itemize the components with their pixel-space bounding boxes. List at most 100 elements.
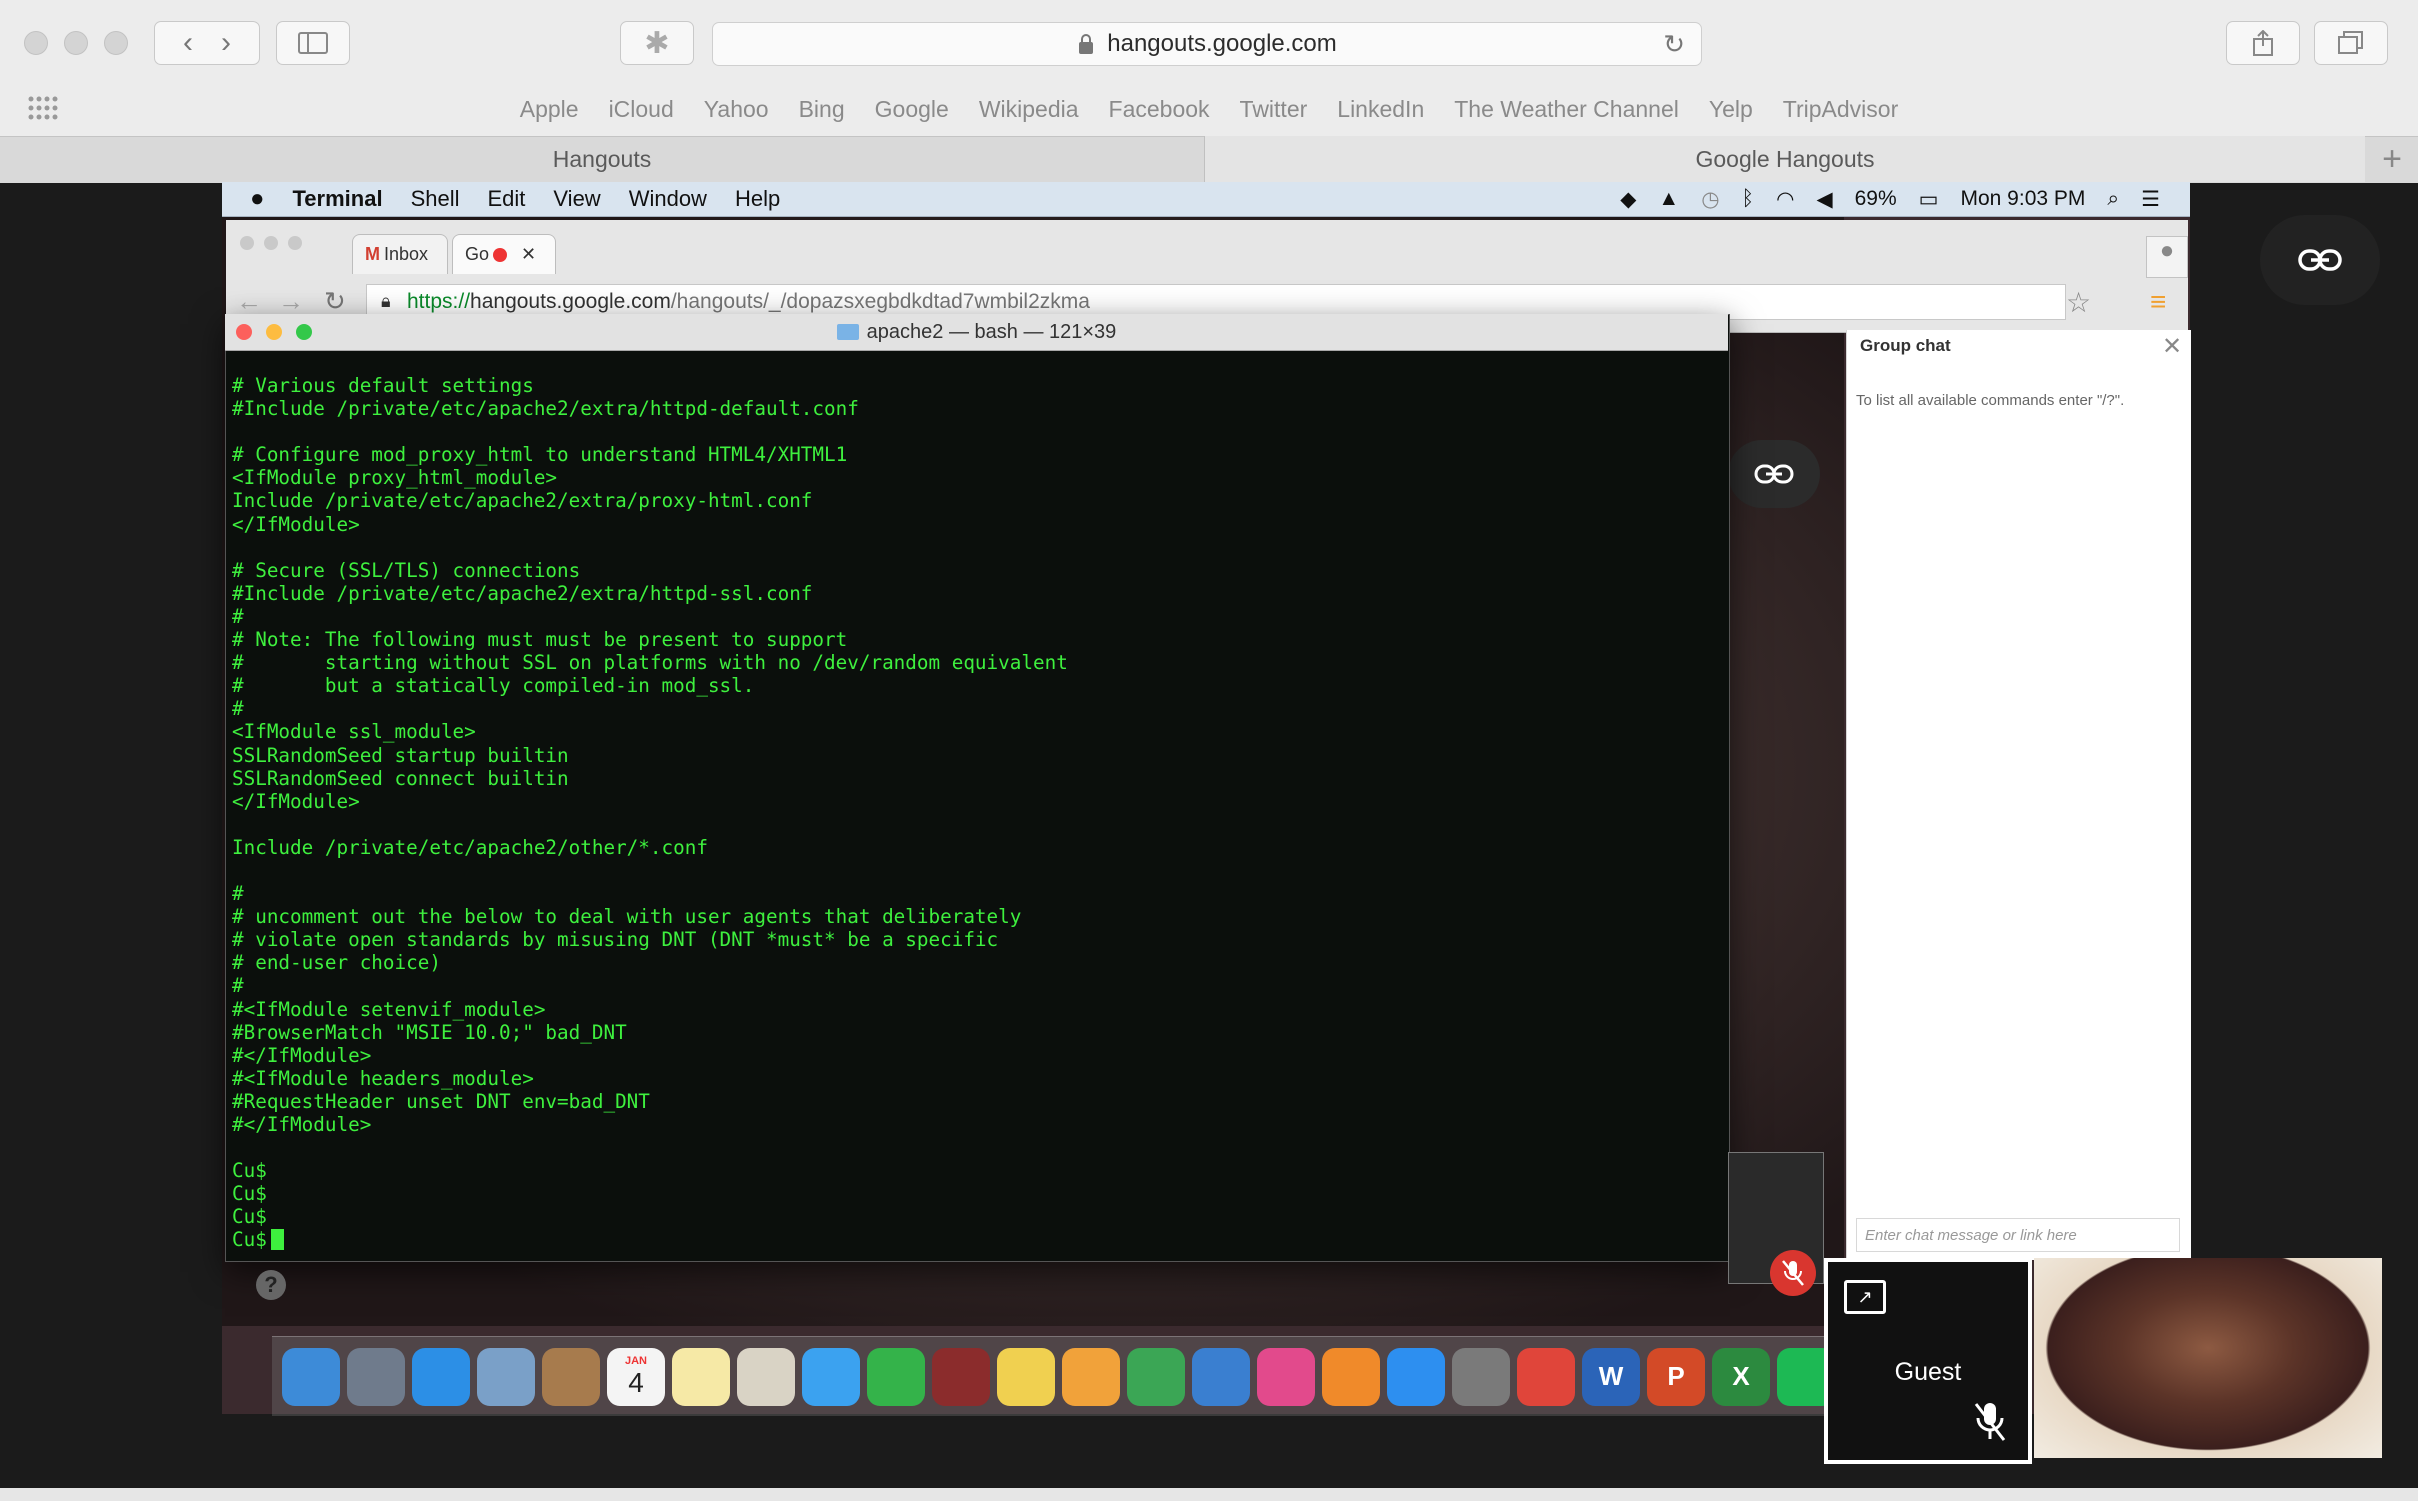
numbers-icon[interactable] <box>1127 1347 1185 1406</box>
volume-icon[interactable]: ◀ <box>1816 187 1832 212</box>
chrome-profile-button[interactable]: ● <box>2146 236 2188 278</box>
forward-icon[interactable]: › <box>221 26 231 60</box>
photos-icon[interactable] <box>997 1347 1055 1406</box>
facetime-icon[interactable] <box>867 1347 925 1406</box>
time-machine-icon[interactable]: ◷ <box>1701 187 1719 212</box>
ibooks-icon[interactable] <box>1322 1347 1380 1406</box>
chrome-menu-icon[interactable]: ≡ <box>2150 286 2166 318</box>
favorite-weather-channel[interactable]: The Weather Channel <box>1454 96 1679 123</box>
safari-icon[interactable] <box>412 1347 470 1406</box>
menu-window[interactable]: Window <box>629 186 707 212</box>
terminal-output[interactable]: # Various default settings #Include /pri… <box>232 374 1712 1252</box>
favorite-linkedin[interactable]: LinkedIn <box>1337 96 1424 123</box>
system-preferences-icon[interactable] <box>1452 1347 1510 1406</box>
address-bar[interactable]: hangouts.google.com ↻ <box>712 22 1702 66</box>
menu-extras: ◆ ▲ ◷ ᛒ ◠ ◀ 69% ▭ Mon 9:03 PM ⌕ ☰ <box>1620 182 2160 216</box>
menu-edit[interactable]: Edit <box>487 186 525 212</box>
clock[interactable]: Mon 9:03 PM <box>1961 187 2086 211</box>
participant-muted-icon <box>1972 1400 2008 1447</box>
new-tab-button[interactable]: + <box>2366 136 2418 182</box>
notification-center-icon[interactable]: ☰ <box>2141 187 2160 212</box>
calendar-icon[interactable]: JAN 4 <box>607 1347 665 1406</box>
chrome-minimize-button[interactable] <box>264 236 278 250</box>
word-icon[interactable]: W <box>1582 1347 1640 1406</box>
pages-icon[interactable] <box>1062 1347 1120 1406</box>
favorite-twitter[interactable]: Twitter <box>1240 96 1308 123</box>
mail-icon[interactable] <box>477 1347 535 1406</box>
favorite-wikipedia[interactable]: Wikipedia <box>979 96 1079 123</box>
tabs-overview-button[interactable] <box>2314 21 2388 65</box>
inner-copy-link-button[interactable] <box>1728 440 1820 508</box>
drive-icon[interactable]: ▲ <box>1658 187 1679 211</box>
screen-share-icon: ↗ <box>1844 1280 1886 1314</box>
chrome-forward-icon[interactable]: → <box>278 286 304 317</box>
back-icon[interactable]: ‹ <box>183 26 193 60</box>
tab-label: Inbox <box>384 244 429 264</box>
tab-label: Hangouts <box>552 145 652 172</box>
chrome-zoom-button[interactable] <box>288 236 302 250</box>
spotlight-icon[interactable]: ⌕ <box>2107 187 2119 211</box>
calendar-month: JAN <box>624 1354 647 1367</box>
share-button[interactable] <box>2226 21 2300 65</box>
excel-icon[interactable]: X <box>1712 1347 1770 1406</box>
bookmark-star-icon[interactable]: ☆ <box>2066 286 2091 319</box>
sidebar-button[interactable] <box>276 21 350 65</box>
terminal-close-button[interactable] <box>236 324 252 340</box>
copy-link-button[interactable] <box>2260 215 2380 305</box>
tab-hangouts[interactable]: Hangouts <box>0 136 1205 182</box>
link-icon <box>1754 464 1794 484</box>
preview-icon[interactable] <box>737 1347 795 1406</box>
tab-google-hangouts[interactable]: Google Hangouts <box>1205 136 2365 182</box>
favorite-yelp[interactable]: Yelp <box>1709 96 1753 123</box>
help-icon[interactable]: ? <box>256 1270 286 1300</box>
close-tab-icon[interactable]: ✕ <box>521 244 536 265</box>
menu-view[interactable]: View <box>553 186 600 212</box>
participant-tile-self-video[interactable] <box>2034 1258 2382 1458</box>
back-forward-buttons[interactable]: ‹ › <box>154 21 260 65</box>
terminal-cursor <box>270 1229 284 1251</box>
favorite-facebook[interactable]: Facebook <box>1109 96 1210 123</box>
apple-menu-icon[interactable]: ● <box>250 185 265 213</box>
finder-icon[interactable] <box>282 1347 340 1406</box>
menu-terminal[interactable]: Terminal <box>293 186 383 212</box>
terminal-zoom-button[interactable] <box>296 324 312 340</box>
dropbox-icon[interactable]: ◆ <box>1620 187 1636 212</box>
minimize-window-button[interactable] <box>64 31 88 55</box>
mic-off-icon <box>1782 1260 1804 1286</box>
terminal-minimize-button[interactable] <box>266 324 282 340</box>
contacts-icon[interactable] <box>542 1347 600 1406</box>
zoom-window-button[interactable] <box>104 31 128 55</box>
favorite-icloud[interactable]: iCloud <box>609 96 674 123</box>
favorite-apple[interactable]: Apple <box>520 96 579 123</box>
reload-icon[interactable]: ↻ <box>1663 29 1685 60</box>
muted-mic-button[interactable] <box>1770 1250 1816 1296</box>
extension-button[interactable]: ✱ <box>620 21 694 65</box>
bluetooth-icon[interactable]: ᛒ <box>1742 187 1755 211</box>
powerpoint-icon[interactable]: P <box>1647 1347 1705 1406</box>
close-window-button[interactable] <box>24 31 48 55</box>
wifi-icon[interactable]: ◠ <box>1776 187 1794 212</box>
menu-shell[interactable]: Shell <box>411 186 460 212</box>
chrome-tab-inbox[interactable]: M Inbox <box>352 234 448 274</box>
launchpad-icon[interactable] <box>347 1347 405 1406</box>
favorite-google[interactable]: Google <box>875 96 949 123</box>
itunes-icon[interactable] <box>1257 1347 1315 1406</box>
favorite-bing[interactable]: Bing <box>799 96 845 123</box>
keynote-icon[interactable] <box>1192 1347 1250 1406</box>
chrome-reload-icon[interactable]: ↻ <box>324 286 346 317</box>
battery-icon[interactable]: ▭ <box>1919 187 1939 212</box>
app-store-icon[interactable] <box>1387 1347 1445 1406</box>
notes-icon[interactable] <box>672 1347 730 1406</box>
chrome-back-icon[interactable]: ← <box>236 286 262 317</box>
secure-lock-icon: 🔒︎ <box>381 291 391 311</box>
favorite-yahoo[interactable]: Yahoo <box>704 96 769 123</box>
menu-help[interactable]: Help <box>735 186 780 212</box>
chat-message-input[interactable]: Enter chat message or link here <box>1856 1218 2180 1252</box>
chrome-close-button[interactable] <box>240 236 254 250</box>
favorite-tripadvisor[interactable]: TripAdvisor <box>1783 96 1898 123</box>
photo-booth-icon[interactable] <box>932 1347 990 1406</box>
chrome-tab-hangouts[interactable]: Go ✕ <box>452 234 556 274</box>
messages-icon[interactable] <box>802 1347 860 1406</box>
close-chat-icon[interactable]: ✕ <box>2162 332 2182 361</box>
chrome-icon[interactable] <box>1517 1347 1575 1406</box>
